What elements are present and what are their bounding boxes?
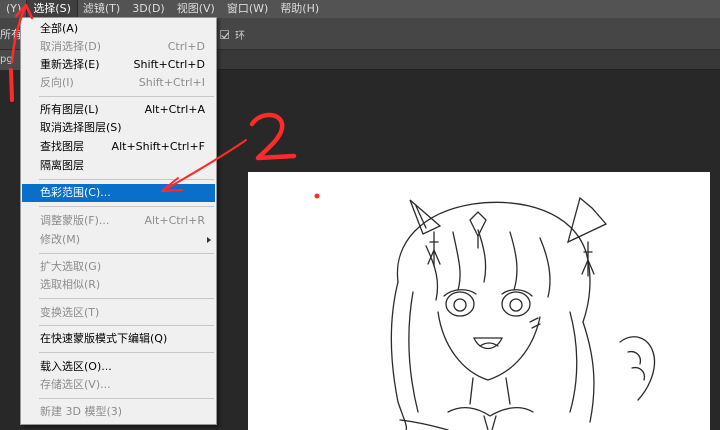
menu-help[interactable]: 帮助(H) xyxy=(274,0,325,18)
menu-item-label: 重新选择(E) xyxy=(40,58,100,71)
select-menu-dropdown: 全部(A) 取消选择(D) Ctrl+D 重新选择(E) Shift+Ctrl+… xyxy=(20,17,217,425)
menu-item-shortcut: Alt+Shift+Ctrl+F xyxy=(111,140,205,153)
menu-item-label: 取消选择图层(S) xyxy=(40,121,122,134)
menu-item-label: 选取相似(R) xyxy=(40,278,101,291)
menu-separator xyxy=(39,298,214,299)
menu-item-refine-mask[interactable]: 调整蒙版(F)... Alt+Ctrl+R xyxy=(22,212,215,230)
menu-separator xyxy=(39,96,214,97)
menu-item-select-all[interactable]: 全部(A) xyxy=(22,20,215,38)
menu-item-label: 调整蒙版(F)... xyxy=(40,214,110,227)
menu-item-isolate-layers[interactable]: 隔离图层 xyxy=(22,157,215,175)
menu-item-find-layers[interactable]: 查找图层 Alt+Shift+Ctrl+F xyxy=(22,138,215,156)
menu-separator xyxy=(39,398,214,399)
menu-item-deselect-layers[interactable]: 取消选择图层(S) xyxy=(22,119,215,137)
menu-separator xyxy=(39,352,214,353)
menu-item-label: 查找图层 xyxy=(40,140,84,153)
menu-item-load-selection[interactable]: 载入选区(O)... xyxy=(22,358,215,376)
menu-item-shortcut: Shift+Ctrl+D xyxy=(133,58,205,71)
menu-window[interactable]: 窗口(W) xyxy=(221,0,274,18)
menu-separator xyxy=(39,253,214,254)
menu-3d[interactable]: 3D(D) xyxy=(126,0,171,18)
menu-item-inverse[interactable]: 反向(I) Shift+Ctrl+I xyxy=(22,74,215,92)
menu-bar: (Y) 选择(S) 滤镜(T) 3D(D) 视图(V) 窗口(W) 帮助(H) xyxy=(0,0,720,19)
menu-item-reselect[interactable]: 重新选择(E) Shift+Ctrl+D xyxy=(22,56,215,74)
options-right-group: 环 xyxy=(220,27,245,42)
menu-item-color-range[interactable]: 色彩范围(C)... xyxy=(22,184,215,202)
menu-item-quick-mask[interactable]: 在快速蒙版模式下编辑(Q) xyxy=(22,330,215,348)
menu-item-shortcut: Alt+Ctrl+A xyxy=(144,103,205,116)
menu-item-transform-selection[interactable]: 变换选区(T) xyxy=(22,304,215,322)
menu-item-deselect[interactable]: 取消选择(D) Ctrl+D xyxy=(22,38,215,56)
menu-item-label: 扩大选取(G) xyxy=(40,260,102,273)
menu-item-label: 载入选区(O)... xyxy=(40,360,112,373)
menu-image[interactable]: (Y) xyxy=(0,0,27,18)
line-art-illustration xyxy=(390,196,656,430)
menu-item-label: 新建 3D 模型(3) xyxy=(40,405,123,418)
menu-item-label: 所有图层(L) xyxy=(40,103,99,116)
menu-item-shortcut: Ctrl+D xyxy=(167,40,205,53)
menu-item-shortcut: Alt+Ctrl+R xyxy=(144,214,205,227)
menu-item-label: 取消选择(D) xyxy=(40,40,102,53)
document-canvas[interactable] xyxy=(248,172,710,430)
menu-view[interactable]: 视图(V) xyxy=(171,0,221,18)
menu-filter[interactable]: 滤镜(T) xyxy=(77,0,126,18)
menu-item-similar[interactable]: 选取相似(R) xyxy=(22,276,215,294)
menu-separator xyxy=(39,325,214,326)
options-right-label: 环 xyxy=(235,31,245,42)
menu-item-label: 色彩范围(C)... xyxy=(40,186,111,199)
menu-item-label: 存储选区(V)... xyxy=(40,378,111,391)
menu-item-label: 修改(M) xyxy=(40,233,81,246)
menu-item-grow[interactable]: 扩大选取(G) xyxy=(22,258,215,276)
menu-item-label: 隔离图层 xyxy=(40,159,84,172)
menu-item-shortcut: Shift+Ctrl+I xyxy=(138,76,205,89)
menu-item-all-layers[interactable]: 所有图层(L) Alt+Ctrl+A xyxy=(22,101,215,119)
menu-item-label: 反向(I) xyxy=(40,76,74,89)
checkbox-icon[interactable] xyxy=(220,30,229,39)
menu-separator xyxy=(39,206,214,207)
menu-item-modify[interactable]: 修改(M) xyxy=(22,231,215,249)
menu-item-save-selection[interactable]: 存储选区(V)... xyxy=(22,376,215,394)
menu-item-label: 全部(A) xyxy=(40,22,79,35)
submenu-arrow-icon xyxy=(207,237,211,243)
menu-select[interactable]: 选择(S) xyxy=(26,0,78,19)
menu-item-new-3d-model[interactable]: 新建 3D 模型(3) xyxy=(22,403,215,421)
options-sample-all-layers[interactable]: 所有 xyxy=(0,26,22,42)
menu-separator xyxy=(39,179,214,180)
menu-item-label: 变换选区(T) xyxy=(40,306,100,319)
menu-item-label: 在快速蒙版模式下编辑(Q) xyxy=(40,332,168,345)
